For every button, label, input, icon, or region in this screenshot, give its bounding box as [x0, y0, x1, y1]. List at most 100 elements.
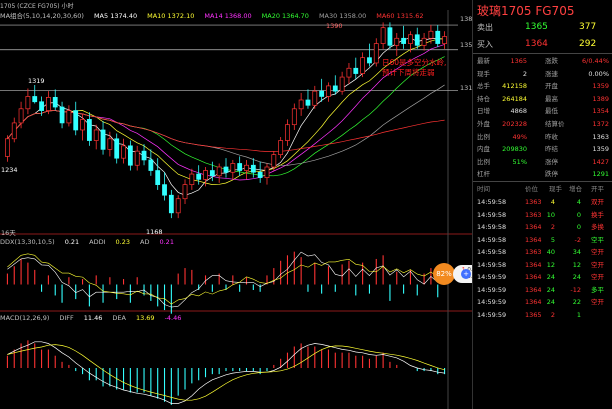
ddx-legend-item: 0.21 [159, 238, 174, 246]
buy-volume: 292 [579, 39, 597, 49]
trade-header-time: 时间 [477, 185, 490, 193]
candle-body [394, 37, 400, 46]
field-value: 1372 [592, 120, 609, 128]
ma-legend-item: MA5 1374.40 [93, 12, 138, 20]
quote-field-row: 比例 51% 涨停 1427 [473, 156, 612, 168]
candle-body [175, 198, 181, 214]
trade-row[interactable]: 14:59:58 1363 4 4 双开 [473, 196, 612, 209]
field-value: 264184 [502, 94, 527, 103]
candle-body [86, 119, 92, 141]
candle-body [442, 36, 447, 44]
candle-body [250, 164, 256, 173]
annotation-line-2: 预计下周将走弱 [382, 68, 435, 77]
trade-time: 14:59:59 [477, 273, 507, 281]
trade-inc: 24 [572, 273, 581, 281]
ma-line [7, 110, 445, 152]
candle-body [435, 30, 441, 44]
trade-vol: 2 [550, 223, 555, 231]
field-value: 1291 [592, 170, 609, 179]
candle-body [319, 90, 325, 97]
sell-price[interactable]: 1365 [525, 20, 548, 35]
price-label-1319: 1319 [28, 77, 45, 85]
trade-row[interactable]: 14:59:58 1363 40 34 空开 [473, 246, 612, 259]
field-label: 最高 [545, 94, 558, 103]
trade-inc: -2 [574, 235, 581, 244]
field-label: 跌停 [545, 170, 558, 179]
trade-type: 空开 [591, 260, 604, 269]
buy-row[interactable]: 买入 1364 292 [473, 37, 612, 52]
quote-field-row: 持仓 264184 最高 1389 [473, 93, 612, 105]
candle-body [100, 129, 106, 150]
trade-row[interactable]: 14:59:59 1365 2 1 [473, 309, 612, 322]
sell-volume: 377 [579, 22, 597, 32]
sell-row[interactable]: 卖出 1365 377 [473, 20, 612, 35]
field-value: 1354 [592, 107, 609, 116]
trade-type: 空平 [591, 235, 604, 244]
trade-price: 1364 [525, 273, 542, 281]
trade-type: 多平 [591, 285, 604, 294]
trade-vol: 24 [546, 273, 555, 281]
candle-body [237, 163, 243, 171]
tip-percent[interactable]: 82% [433, 263, 455, 285]
trade-price: 1363 [525, 210, 542, 219]
candle-body [46, 96, 51, 111]
trade-price: 1364 [525, 260, 542, 269]
ma-line [7, 56, 445, 177]
trade-price: 1364 [525, 235, 542, 244]
candle-body [5, 138, 10, 157]
annotation-text: 日60是多空分水岭, 预计下周将走弱 [382, 58, 446, 78]
trade-time: 14:59:59 [477, 298, 507, 306]
macd-legend-item: 11.46 [83, 314, 103, 322]
field-label: 持仓 [477, 94, 490, 103]
period-label: 16天 [1, 229, 16, 237]
field-value: 209830 [502, 145, 527, 154]
trade-row[interactable]: 14:59:58 1364 5 -2 空平 [473, 234, 612, 247]
trade-inc: 34 [572, 248, 581, 256]
trade-row[interactable]: 14:59:59 1364 24 22 空开 [473, 296, 612, 309]
trade-row[interactable]: 14:59:59 1364 24 -12 多平 [473, 284, 612, 297]
candle-body [271, 154, 277, 168]
field-label: 结算价 [545, 120, 565, 128]
panel-divider [473, 53, 612, 54]
field-value: 1389 [592, 94, 609, 103]
field-value: 1359 [592, 82, 609, 91]
candle-body [421, 37, 427, 46]
ma-legend-item: MA20 1364.70 [261, 12, 309, 20]
candle-body [230, 163, 236, 173]
trade-row[interactable]: 14:59:59 1364 24 24 空开 [473, 271, 612, 284]
trade-header-type: 开平 [591, 185, 604, 193]
field-value: 1365 [510, 57, 527, 65]
ma-legend-item: MA10 1372.10 [147, 12, 195, 20]
chart-area[interactable]: 1705 (CZCE FG705) 小时 MA组合(5,10,14,20,30,… [0, 0, 503, 409]
trade-vol: 12 [546, 260, 555, 269]
trade-row[interactable]: 14:59:58 1364 2 0 多换 [473, 221, 612, 234]
trade-header-inc: 增仓 [569, 185, 582, 193]
candle-body [203, 170, 208, 180]
quote-field-row: 现手 2 涨速 0.00% [473, 68, 612, 80]
candle-body [291, 108, 297, 126]
candle-body [32, 96, 38, 103]
trade-row[interactable]: 14:59:58 1364 12 12 空开 [473, 259, 612, 272]
field-value: 2 [522, 69, 527, 78]
field-label: 比例 [477, 132, 490, 141]
quote-field-row: 最新 1365 涨跌 6/0.44% [473, 55, 612, 67]
price-label-1168: 1168 [146, 228, 163, 236]
candle-body [380, 27, 386, 44]
candle-body [25, 96, 31, 110]
candle-body [141, 150, 147, 161]
annotation-line-1: 日60是多空分水岭, [382, 58, 447, 67]
trade-type: 空开 [591, 248, 604, 256]
candle-body [93, 129, 99, 141]
candle-body [216, 166, 222, 177]
trade-row[interactable]: 14:59:58 1363 10 0 换手 [473, 209, 612, 222]
tip-plus-icon[interactable]: + [461, 269, 471, 279]
candle-body [408, 34, 413, 44]
trade-time: 14:59:58 [477, 223, 507, 231]
candle-body [414, 34, 420, 46]
ddx-legend-item: 0.21 [64, 238, 80, 246]
candle-body [162, 184, 167, 196]
ddx-legend-item: ADDI [89, 238, 106, 246]
candle-body [18, 108, 24, 124]
quote-field-row: 比例 49% 昨收 1363 [473, 131, 612, 143]
buy-price[interactable]: 1364 [525, 37, 548, 52]
